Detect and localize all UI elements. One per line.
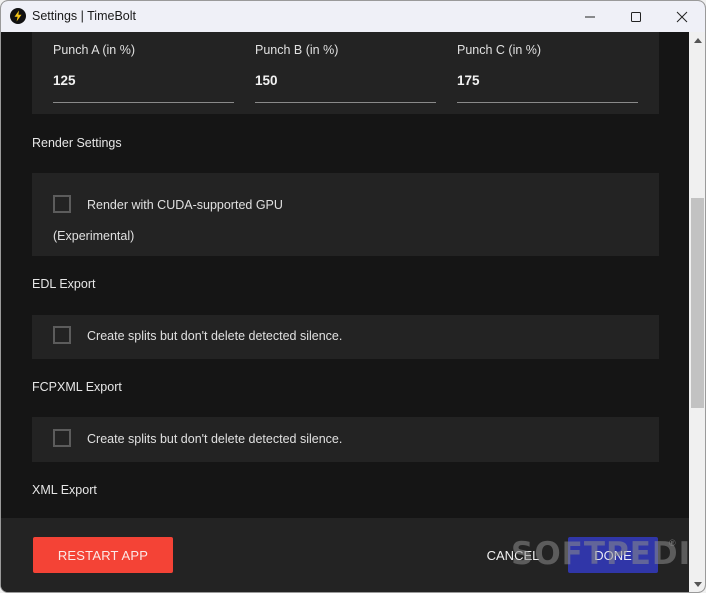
fcpxml-export-heading: FCPXML Export: [32, 380, 122, 394]
edl-splits-checkbox[interactable]: [53, 326, 71, 344]
dialog-footer: RESTART APP CANCEL DONE SOFTPEDIA ®: [1, 518, 705, 592]
render-settings-heading: Render Settings: [32, 136, 122, 150]
edl-export-card: Create splits but don't delete detected …: [32, 315, 659, 359]
scroll-up-button[interactable]: [689, 32, 705, 49]
close-button[interactable]: [659, 1, 705, 32]
punch-c-label: Punch C (in %): [457, 43, 542, 57]
scrollbar-thumb[interactable]: [691, 198, 704, 408]
close-icon: [676, 11, 688, 22]
minimize-button[interactable]: [567, 1, 613, 32]
lightning-bolt-icon: [10, 8, 26, 24]
settings-window: Settings | TimeBolt Punch A (in %) 125 P…: [0, 0, 706, 593]
maximize-icon: [631, 11, 641, 22]
edl-splits-label[interactable]: Create splits but don't delete detected …: [87, 329, 342, 343]
fcpxml-splits-label[interactable]: Create splits but don't delete detected …: [87, 432, 342, 446]
arrow-down-icon: [693, 582, 702, 587]
punch-settings-card: Punch A (in %) 125 Punch B (in %) 150 Pu…: [32, 32, 659, 114]
xml-export-heading: XML Export: [32, 483, 97, 497]
cuda-checkbox[interactable]: [53, 195, 71, 213]
settings-content: Punch A (in %) 125 Punch B (in %) 150 Pu…: [1, 32, 689, 518]
window-title: Settings | TimeBolt: [32, 9, 136, 23]
maximize-button[interactable]: [613, 1, 659, 32]
punch-c-input[interactable]: 175: [457, 73, 480, 88]
done-button[interactable]: DONE: [568, 537, 658, 573]
punch-a-input[interactable]: 125: [53, 73, 76, 88]
render-settings-card: Render with CUDA-supported GPU (Experime…: [32, 173, 659, 256]
punch-b-input[interactable]: 150: [255, 73, 278, 88]
edl-export-heading: EDL Export: [32, 277, 96, 291]
cuda-experimental-note: (Experimental): [53, 229, 135, 243]
punch-c-underline: [457, 102, 638, 103]
watermark-registered-mark: ®: [669, 538, 676, 548]
title-bar[interactable]: Settings | TimeBolt: [1, 1, 705, 32]
punch-b-label: Punch B (in %): [255, 43, 339, 57]
fcpxml-export-card: Create splits but don't delete detected …: [32, 417, 659, 462]
fcpxml-splits-checkbox[interactable]: [53, 429, 71, 447]
minimize-icon: [585, 16, 595, 17]
punch-a-label: Punch A (in %): [53, 43, 135, 57]
restart-app-button[interactable]: RESTART APP: [33, 537, 173, 573]
punch-a-underline: [53, 102, 234, 103]
scroll-down-button[interactable]: [689, 576, 705, 592]
cancel-button[interactable]: CANCEL: [481, 537, 545, 573]
punch-b-underline: [255, 102, 436, 103]
arrow-up-icon: [693, 38, 702, 43]
vertical-scrollbar[interactable]: [689, 32, 705, 592]
cuda-label[interactable]: Render with CUDA-supported GPU: [87, 198, 283, 212]
